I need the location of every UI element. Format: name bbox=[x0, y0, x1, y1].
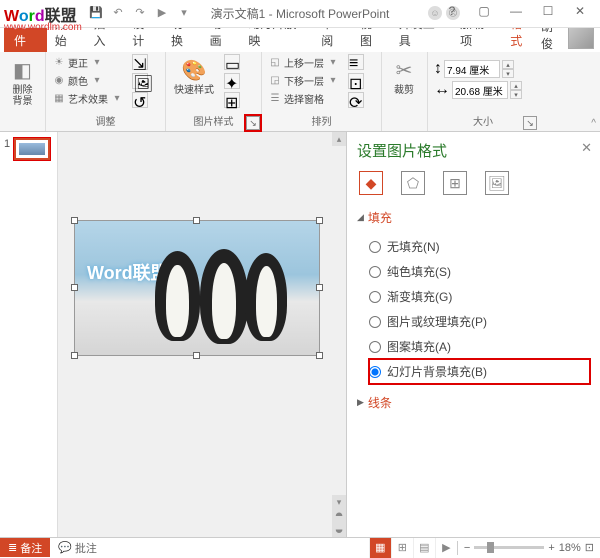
expand-icon: ▶ bbox=[357, 397, 364, 408]
format-picture-pane: ✕ 设置图片格式 ◆ ⬠ ⊞ 🖼 ◢填充 无填充(N) 纯色填充(S) 渐变填充… bbox=[346, 132, 600, 537]
notes-button[interactable]: ≣备注 bbox=[0, 538, 50, 557]
picture-border-icon[interactable]: ▭ bbox=[224, 54, 240, 70]
align-icon[interactable]: ≡ bbox=[348, 54, 364, 70]
color-button[interactable]: ◉颜色▾ bbox=[52, 72, 124, 89]
selection-icon: ☰ bbox=[268, 92, 282, 106]
quick-styles-button[interactable]: 🎨 快速样式 bbox=[172, 54, 216, 98]
pane-close-icon[interactable]: ✕ bbox=[581, 140, 592, 156]
scroll-down-icon[interactable]: ▾ bbox=[332, 495, 346, 509]
solid-fill-radio[interactable]: 纯色填充(S) bbox=[369, 259, 590, 284]
collapse-icon: ◢ bbox=[357, 212, 364, 223]
reading-view-icon[interactable]: ▤ bbox=[413, 538, 435, 558]
remove-background-button[interactable]: ◧ 删除背景 bbox=[6, 54, 39, 109]
height-input[interactable] bbox=[444, 60, 500, 78]
undo-icon[interactable]: ↶ bbox=[110, 4, 126, 20]
ribbon-options-icon[interactable]: ▢ bbox=[468, 0, 500, 22]
comments-button[interactable]: 💬批注 bbox=[50, 538, 105, 557]
prev-slide-icon[interactable]: ⯊ bbox=[332, 509, 346, 523]
fit-to-window-icon[interactable]: ⊡ bbox=[585, 541, 594, 554]
zoom-level[interactable]: 18% bbox=[559, 542, 581, 554]
send-backward-button[interactable]: ◲下移一层▾ bbox=[268, 72, 340, 89]
slide-thumbnail-1[interactable]: 1 bbox=[4, 138, 53, 160]
change-picture-icon[interactable]: 🖼 bbox=[132, 73, 148, 89]
size-tab-icon[interactable]: ⊞ bbox=[443, 171, 467, 195]
selection-pane-button[interactable]: ☰选择窗格 bbox=[268, 90, 340, 107]
zoom-in-icon[interactable]: + bbox=[548, 542, 554, 554]
fill-section-header[interactable]: ◢填充 bbox=[357, 209, 590, 226]
height-up[interactable]: ▴ bbox=[502, 60, 514, 69]
logo-url: www.wordlm.com bbox=[4, 22, 82, 33]
group-size-label: 大小 bbox=[434, 113, 532, 129]
notes-icon: ≣ bbox=[8, 541, 17, 554]
picture-styles-launcher[interactable]: ↘ bbox=[246, 116, 260, 130]
picture-fill-radio[interactable]: 图片或纹理填充(P) bbox=[369, 309, 590, 334]
slide-canvas[interactable]: Word联盟 ▴ ▾ ⯊ ⯋ bbox=[58, 132, 346, 537]
picture-tab-icon[interactable]: 🖼 bbox=[485, 171, 509, 195]
thumb-number: 1 bbox=[4, 138, 10, 160]
quick-access-toolbar: 💾 ↶ ↷ ▶ ▾ bbox=[88, 4, 192, 20]
pattern-fill-radio[interactable]: 图案填充(A) bbox=[369, 334, 590, 359]
crop-icon: ✂ bbox=[390, 56, 418, 84]
width-up[interactable]: ▴ bbox=[510, 81, 522, 90]
help-icon[interactable]: ? bbox=[436, 0, 468, 22]
line-section-header[interactable]: ▶线条 bbox=[357, 394, 590, 411]
collapse-ribbon-icon[interactable]: ^ bbox=[591, 118, 596, 129]
reset-picture-icon[interactable]: ↺ bbox=[132, 92, 148, 108]
pane-title: 设置图片格式 bbox=[357, 140, 590, 161]
scrollbar-track[interactable] bbox=[332, 146, 346, 495]
start-from-beginning-icon[interactable]: ▶ bbox=[154, 4, 170, 20]
sorter-view-icon[interactable]: ⊞ bbox=[391, 538, 413, 558]
group-picture-styles-label: 图片样式 bbox=[172, 113, 255, 129]
close-icon[interactable]: ✕ bbox=[564, 0, 596, 22]
save-icon[interactable]: 💾 bbox=[88, 4, 104, 20]
zoom-out-icon[interactable]: − bbox=[464, 542, 470, 554]
document-title: 演示文稿1 - Microsoft PowerPoint bbox=[211, 5, 390, 22]
width-down[interactable]: ▾ bbox=[510, 90, 522, 99]
zoom-slider[interactable] bbox=[474, 546, 544, 549]
corrections-button[interactable]: ☀更正▾ bbox=[52, 54, 124, 71]
selected-image[interactable]: Word联盟 bbox=[74, 220, 320, 356]
scroll-up-icon[interactable]: ▴ bbox=[332, 132, 346, 146]
minimize-icon[interactable]: — bbox=[500, 0, 532, 22]
quick-styles-icon: 🎨 bbox=[180, 56, 208, 84]
fill-line-tab-icon[interactable]: ◆ bbox=[359, 171, 383, 195]
width-icon: ↔ bbox=[434, 81, 450, 99]
effects-tab-icon[interactable]: ⬠ bbox=[401, 171, 425, 195]
normal-view-icon[interactable]: ▦ bbox=[369, 538, 391, 558]
no-fill-radio[interactable]: 无填充(N) bbox=[369, 234, 590, 259]
thumb-preview bbox=[14, 138, 50, 160]
redo-icon[interactable]: ↷ bbox=[132, 4, 148, 20]
height-icon: ↕ bbox=[434, 60, 442, 78]
group-arrange-label: 排列 bbox=[268, 113, 375, 129]
maximize-icon[interactable]: ☐ bbox=[532, 0, 564, 22]
comments-icon: 💬 bbox=[58, 541, 72, 554]
qat-customize-icon[interactable]: ▾ bbox=[176, 4, 192, 20]
slideshow-view-icon[interactable]: ▶ bbox=[435, 538, 457, 558]
width-input[interactable] bbox=[452, 81, 508, 99]
rotate-icon[interactable]: ⟳ bbox=[348, 92, 364, 108]
height-down[interactable]: ▾ bbox=[502, 69, 514, 78]
picture-layout-icon[interactable]: ⊞ bbox=[224, 92, 240, 108]
send-backward-icon: ◲ bbox=[268, 74, 282, 88]
gradient-fill-radio[interactable]: 渐变填充(G) bbox=[369, 284, 590, 309]
crop-button[interactable]: ✂ 裁剪 bbox=[388, 54, 420, 98]
bring-forward-icon: ◱ bbox=[268, 56, 282, 70]
remove-bg-icon: ◧ bbox=[9, 56, 37, 84]
picture-effects-icon[interactable]: ✦ bbox=[224, 73, 240, 89]
artistic-effects-button[interactable]: ▦艺术效果▾ bbox=[52, 90, 124, 107]
size-launcher[interactable]: ↘ bbox=[523, 116, 537, 130]
group-adjust-label: 调整 bbox=[52, 113, 159, 129]
brightness-icon: ☀ bbox=[52, 56, 66, 70]
artistic-icon: ▦ bbox=[52, 92, 66, 106]
compress-pictures-icon[interactable]: ⇲ bbox=[132, 54, 148, 70]
color-icon: ◉ bbox=[52, 74, 66, 88]
slide-bg-fill-radio[interactable]: 幻灯片背景填充(B) bbox=[369, 359, 590, 384]
next-slide-icon[interactable]: ⯋ bbox=[332, 523, 346, 537]
bring-forward-button[interactable]: ◱上移一层▾ bbox=[268, 54, 340, 71]
group-icon[interactable]: ⊡ bbox=[348, 73, 364, 89]
